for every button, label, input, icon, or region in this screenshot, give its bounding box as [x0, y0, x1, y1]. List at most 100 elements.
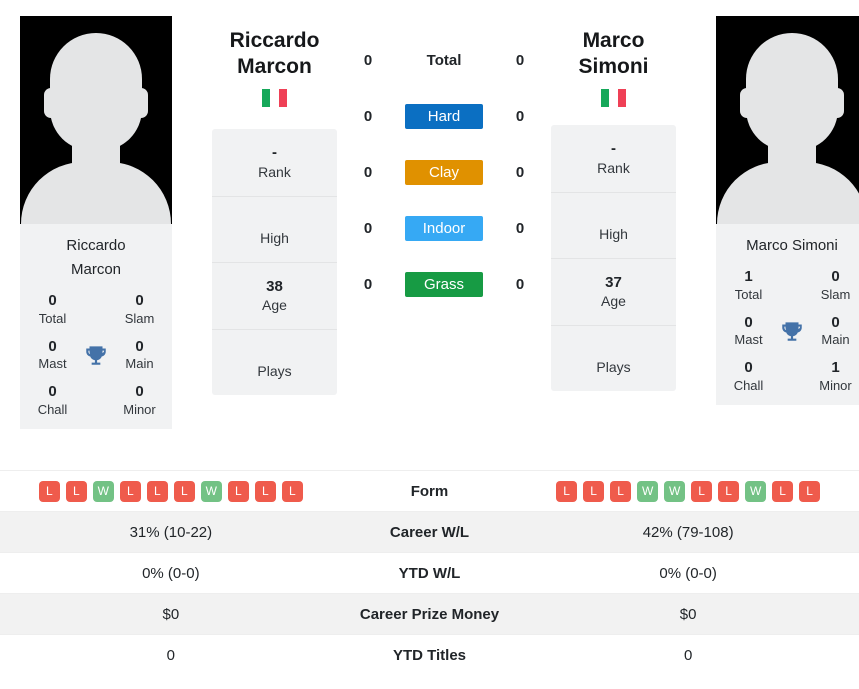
info-row-rank-right: - Rank	[551, 125, 676, 193]
info-row-plays-right: Plays	[596, 358, 631, 375]
info-row-rank-left: - Rank	[212, 129, 337, 197]
form-badge-loss: L	[556, 480, 578, 502]
table-label-form: Form	[341, 470, 518, 512]
table-row-ytd-titles: 0 YTD Titles 0	[0, 634, 859, 676]
surface-label-total: Total	[426, 51, 462, 69]
form-badge-win: W	[664, 480, 686, 502]
surface-indoor-left-value: 0	[363, 219, 373, 237]
table-label-career-prize-money: Career Prize Money	[341, 593, 518, 635]
table-label-career-wl: Career W/L	[341, 511, 518, 553]
player-name-left-line2: Marcon	[70, 261, 122, 278]
form-badge-loss: L	[38, 480, 60, 502]
table-row-ytd-wl: 0% (0-0) YTD W/L 0% (0-0)	[0, 552, 859, 594]
titles-grid-right: 1 Total 0 Slam 0 Mast 0 Main 0 Chall 1 M…	[722, 268, 859, 395]
form-badge-loss: L	[281, 480, 303, 502]
form-badges-right: LLLWWLLWLL	[523, 480, 853, 502]
form-badge-loss: L	[691, 480, 713, 502]
surface-comparison-column: 0 Total 0 0 Hard 0 0 Clay 0 0 Indoor 0 0…	[357, 10, 531, 312]
career-prize-money-left: $0	[0, 593, 342, 635]
title-stat-slam-left: 0 Slam	[124, 292, 155, 326]
player-header-right: Marco Simoni - Rank High 37 Age Plays	[551, 10, 676, 391]
flag-icon-italy-right	[600, 89, 627, 108]
form-badge-loss: L	[119, 480, 141, 502]
player-name-right-line1: Marco Simoni	[746, 237, 838, 254]
avatar-silhouette-ear-left	[740, 88, 754, 118]
ytd-titles-right: 0	[517, 634, 859, 676]
form-badge-loss: L	[799, 480, 821, 502]
info-row-high-left: High	[212, 197, 337, 263]
comparison-stats-table: LLWLLLWLLL Form LLLWWLLWLL 31% (10-22) C…	[0, 470, 859, 676]
form-left-cell: LLWLLLWLLL	[0, 470, 342, 512]
surface-label-grass[interactable]: Grass	[405, 271, 483, 297]
player-name-left-line1: Riccardo	[66, 237, 126, 254]
form-badge-win: W	[92, 480, 114, 502]
table-row-career-wl: 31% (10-22) Career W/L 42% (79-108)	[0, 511, 859, 553]
title-stat-main-right: 0 Main	[821, 313, 850, 348]
surface-indoor-right-value: 0	[515, 219, 525, 237]
avatar-silhouette-ear-right	[134, 88, 148, 118]
form-right-cell: LLLWWLLWLL	[517, 470, 859, 512]
table-row-form: LLWLLLWLLL Form LLLWWLLWLL	[0, 470, 859, 512]
trophy-icon	[79, 342, 113, 368]
form-badge-loss: L	[173, 480, 195, 502]
title-stat-minor-right: 1 Minor	[819, 359, 852, 394]
form-badge-loss: L	[583, 480, 605, 502]
surface-row-total: 0 Total 0	[357, 32, 531, 88]
surface-total-right-value: 0	[515, 51, 525, 69]
surface-label-clay[interactable]: Clay	[405, 159, 483, 185]
player-info-panel-left: - Rank High 38 Age Plays	[212, 129, 337, 395]
title-stat-minor-left: 0 Minor	[123, 383, 156, 418]
player-photo-left	[20, 16, 172, 224]
surface-rows: 0 Total 0 0 Hard 0 0 Clay 0 0 Indoor 0 0…	[357, 32, 531, 312]
surface-grass-right-value: 0	[515, 275, 525, 293]
table-label-ytd-wl: YTD W/L	[341, 552, 518, 594]
surface-hard-left-value: 0	[363, 107, 373, 125]
player-name-right: Marco Simoni	[722, 232, 859, 268]
flag-icon-italy-left	[261, 89, 288, 108]
form-badge-loss: L	[718, 480, 740, 502]
title-stat-total-left: 0 Total	[38, 292, 67, 326]
career-wl-left: 31% (10-22)	[0, 511, 342, 553]
surface-hard-right-value: 0	[515, 107, 525, 125]
surface-label-hard[interactable]: Hard	[405, 103, 483, 129]
form-badge-loss: L	[65, 480, 87, 502]
form-badge-loss: L	[254, 480, 276, 502]
info-row-age-right: 37 Age	[551, 259, 676, 326]
surface-grass-left-value: 0	[363, 275, 373, 293]
surface-total-left-value: 0	[363, 51, 373, 69]
surface-row-hard: 0 Hard 0	[357, 88, 531, 144]
avatar-silhouette-body	[21, 162, 171, 224]
form-badge-loss: L	[610, 480, 632, 502]
surface-clay-left-value: 0	[363, 163, 373, 181]
title-stat-slam-right: 0 Slam	[820, 268, 851, 302]
info-row-high-right: High	[551, 193, 676, 259]
player-title-left: Riccardo Marcon	[229, 29, 320, 78]
comparison-header: Riccardo Marcon 0 Total 0 Slam 0 Mast 0 …	[0, 0, 859, 470]
info-row-age-left: 38 Age	[212, 263, 337, 330]
avatar-silhouette-ear-left	[44, 88, 58, 118]
form-badge-win: W	[745, 480, 767, 502]
surface-row-grass: 0 Grass 0	[357, 256, 531, 312]
trophy-icon	[775, 318, 809, 344]
avatar-silhouette-body	[717, 162, 859, 224]
player-card-right[interactable]: Marco Simoni 1 Total 0 Slam 0 Mast 0 Mai…	[716, 16, 859, 405]
ytd-wl-left: 0% (0-0)	[0, 552, 342, 594]
form-badges-left: LLWLLLWLLL	[6, 480, 336, 502]
player-titles-box-right: Marco Simoni 1 Total 0 Slam 0 Mast 0 Mai…	[716, 224, 859, 405]
player-card-left[interactable]: Riccardo Marcon 0 Total 0 Slam 0 Mast 0 …	[20, 16, 172, 429]
player-info-panel-right: - Rank High 37 Age Plays	[551, 125, 676, 391]
surface-label-indoor[interactable]: Indoor	[405, 215, 483, 241]
title-stat-main-left: 0 Main	[125, 337, 154, 372]
surface-row-clay: 0 Clay 0	[357, 144, 531, 200]
player-photo-right	[716, 16, 859, 224]
title-stat-mast-right: 0 Mast	[734, 313, 763, 348]
title-stat-chall-left: 0 Chall	[37, 383, 68, 418]
player-titles-box-left: Riccardo Marcon 0 Total 0 Slam 0 Mast 0 …	[20, 224, 172, 429]
player-header-left: Riccardo Marcon - Rank High 38 Age Plays	[212, 10, 337, 395]
title-stat-total-right: 1 Total	[734, 268, 763, 302]
ytd-wl-right: 0% (0-0)	[517, 552, 859, 594]
career-prize-money-right: $0	[517, 593, 859, 635]
form-badge-win: W	[200, 480, 222, 502]
form-badge-win: W	[637, 480, 659, 502]
surface-row-indoor: 0 Indoor 0	[357, 200, 531, 256]
